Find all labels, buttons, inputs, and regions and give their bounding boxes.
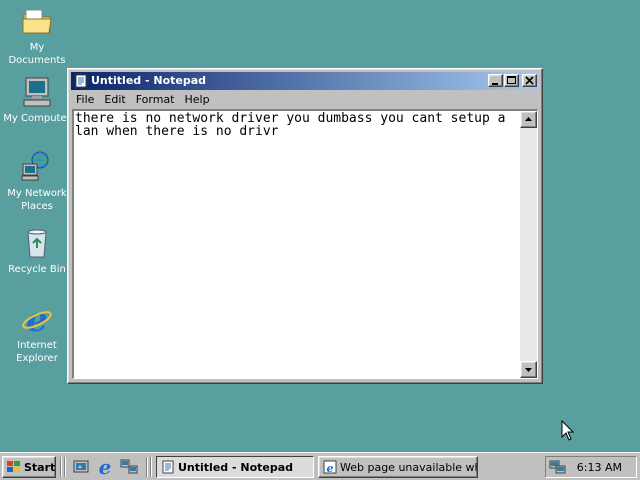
notepad-window[interactable]: Untitled - Notepad File Edit Format Help th… <box>67 68 543 384</box>
vertical-scrollbar[interactable] <box>520 111 537 378</box>
taskbar-separator <box>150 457 152 477</box>
desktop-icon-my-documents[interactable]: My Documents <box>0 4 74 67</box>
quicklaunch-show-desktop[interactable] <box>71 457 91 477</box>
arrow-up-icon <box>525 117 532 121</box>
menu-help[interactable]: Help <box>180 91 215 108</box>
desktop-icon-recycle-bin[interactable]: Recycle Bin <box>0 226 74 276</box>
network-icon <box>120 459 138 474</box>
start-label: Start <box>24 461 56 474</box>
maximize-icon <box>507 76 516 84</box>
internet-explorer-icon: e <box>99 455 112 479</box>
taskbar-separator <box>64 457 66 477</box>
system-tray: 6:13 AM <box>545 456 637 478</box>
desktop-icon-my-computer[interactable]: My Computer <box>0 75 74 125</box>
quicklaunch-internet-explorer[interactable]: e <box>95 455 115 479</box>
editor-text-content[interactable]: there is no network driver you dumbass y… <box>75 112 518 378</box>
desktop-icon-label: Recycle Bin <box>8 264 66 275</box>
network-icon <box>20 150 54 184</box>
show-desktop-icon <box>73 460 89 473</box>
task-button-notepad[interactable]: Untitled - Notepad <box>156 456 314 478</box>
scroll-down-button[interactable] <box>520 361 537 378</box>
close-button[interactable] <box>522 74 537 87</box>
task-button-browser[interactable]: e Web page unavailable wh... <box>318 456 478 478</box>
recycle-bin-icon <box>20 226 54 260</box>
close-icon <box>525 76 534 85</box>
menu-format[interactable]: Format <box>131 91 180 108</box>
taskbar: Start e Untitled - Notepad e Web page un… <box>0 452 640 480</box>
minimize-icon <box>492 83 498 85</box>
desktop-icon-internet-explorer[interactable]: e Internet Explorer <box>0 300 74 365</box>
taskbar-separator <box>60 457 62 477</box>
start-button[interactable]: Start <box>2 456 56 478</box>
notepad-icon <box>74 74 88 88</box>
desktop-icon-label: My Network Places <box>7 188 67 212</box>
menu-edit[interactable]: Edit <box>99 91 130 108</box>
internet-explorer-icon: e <box>20 300 54 340</box>
quicklaunch-network[interactable] <box>119 457 139 477</box>
desktop-icon-my-network-places[interactable]: My Network Places <box>0 150 74 213</box>
task-label: Untitled - Notepad <box>178 461 294 474</box>
desktop-icon-label: Internet Explorer <box>16 340 58 364</box>
desktop-icon-label: My Documents <box>8 42 66 66</box>
taskbar-separator <box>146 457 148 477</box>
svg-text:e: e <box>99 457 112 477</box>
network-status-icon[interactable] <box>549 459 567 475</box>
mouse-cursor-icon <box>561 420 575 441</box>
folder-icon <box>20 4 54 38</box>
scroll-up-button[interactable] <box>520 111 537 128</box>
window-title: Untitled - Notepad <box>91 74 207 87</box>
notepad-icon <box>162 460 174 474</box>
webpage-icon: e <box>323 460 337 474</box>
clock[interactable]: 6:13 AM <box>577 461 622 474</box>
svg-text:e: e <box>327 462 334 474</box>
task-label: Web page unavailable wh... <box>340 461 478 474</box>
minimize-button[interactable] <box>488 74 503 87</box>
menu-file[interactable]: File <box>71 91 99 108</box>
title-bar[interactable]: Untitled - Notepad <box>71 72 539 90</box>
desktop-icon-label: My Computer <box>3 113 71 124</box>
maximize-button[interactable] <box>504 74 519 87</box>
text-editor[interactable]: there is no network driver you dumbass y… <box>72 109 538 379</box>
menu-bar: File Edit Format Help <box>71 91 539 109</box>
computer-icon <box>20 75 54 109</box>
windows-logo-icon <box>7 461 20 472</box>
arrow-down-icon <box>525 368 532 372</box>
